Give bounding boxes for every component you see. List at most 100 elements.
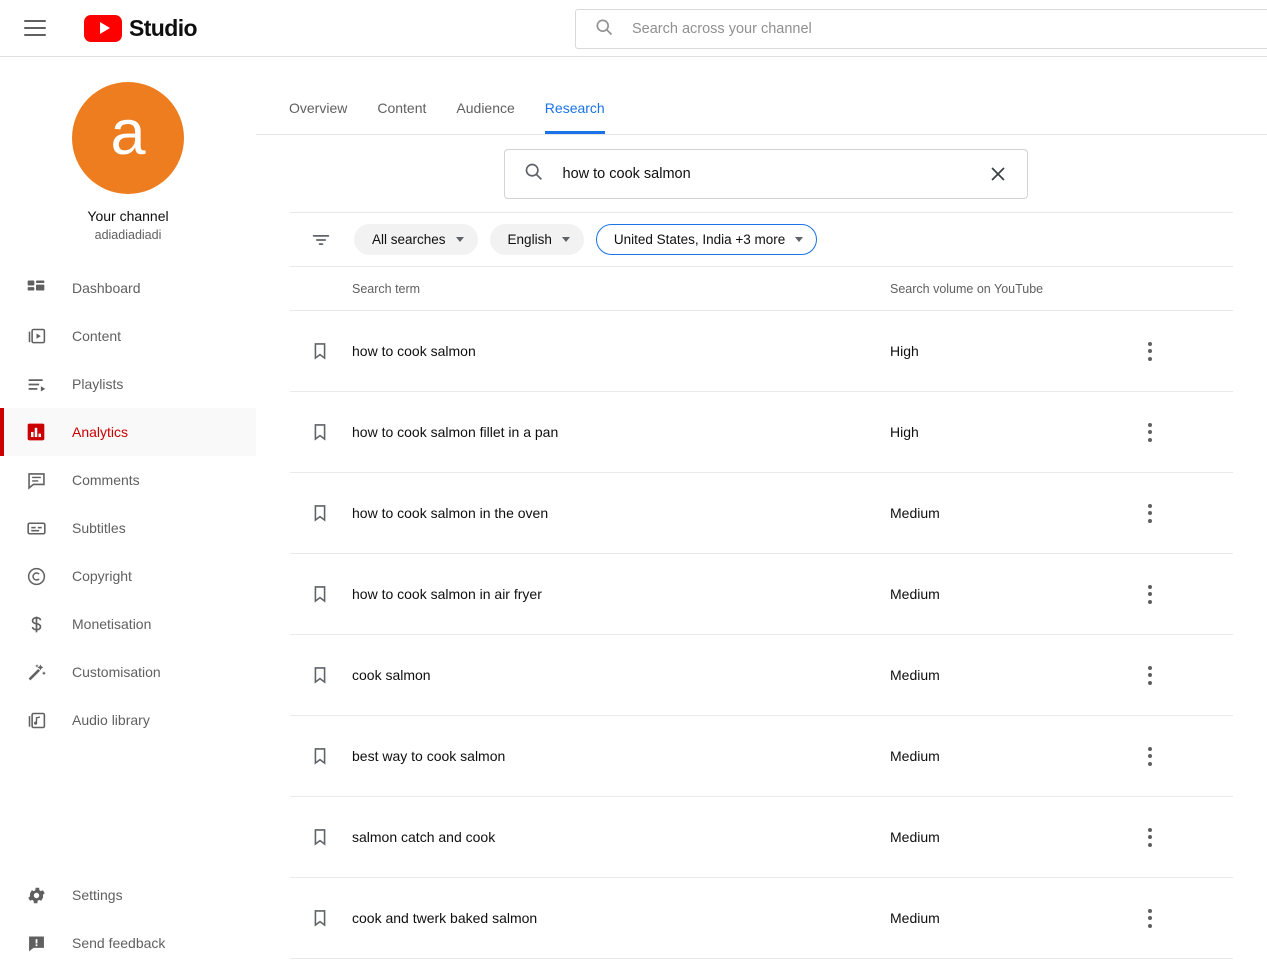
- sidebar-item-playlists[interactable]: Playlists: [0, 360, 256, 408]
- sidebar-item-label: Subtitles: [72, 520, 126, 536]
- table-row[interactable]: cook and twerk baked salmon Medium: [290, 878, 1233, 959]
- global-search-bar[interactable]: Search across your channel: [575, 9, 1267, 49]
- filter-chip-label: United States, India +3 more: [613, 232, 786, 247]
- sidebar-bottom-nav: Settings Send feedback: [0, 871, 256, 967]
- table-header-row: Search term Search volume on YouTube: [290, 267, 1233, 311]
- youtube-play-icon: [84, 14, 122, 42]
- tab-overview[interactable]: Overview: [274, 100, 362, 134]
- audio-note-icon: [24, 708, 48, 732]
- research-search-bar[interactable]: how to cook salmon: [503, 148, 1028, 199]
- search-term-text: salmon catch and cook: [352, 829, 496, 845]
- filter-list-icon[interactable]: [310, 229, 332, 251]
- filter-bar: All searches English United States, Indi…: [290, 212, 1233, 267]
- sidebar-item-content[interactable]: Content: [0, 312, 256, 360]
- sidebar-nav: Dashboard Content Playlists Analytics Co…: [0, 264, 256, 744]
- copyright-icon: [24, 564, 48, 588]
- sidebar-item-dashboard[interactable]: Dashboard: [0, 264, 256, 312]
- table-row[interactable]: salmon catch and cook Medium: [290, 797, 1233, 878]
- cell-search-volume: Medium: [890, 667, 940, 683]
- search-term-text: how to cook salmon fillet in a pan: [352, 424, 559, 440]
- sidebar-item-audio-library[interactable]: Audio library: [0, 696, 256, 744]
- chevron-down-icon: [561, 237, 570, 242]
- more-vertical-icon[interactable]: [1135, 579, 1165, 609]
- sidebar-item-label: Dashboard: [72, 280, 141, 296]
- tab-audience[interactable]: Audience: [441, 100, 529, 134]
- bookmark-icon[interactable]: [302, 495, 338, 531]
- sidebar-item-settings[interactable]: Settings: [0, 871, 256, 919]
- cell-search-volume: High: [890, 343, 919, 359]
- bookmark-icon[interactable]: [302, 738, 338, 774]
- cell-search-volume: Medium: [890, 829, 940, 845]
- search-term-text: best way to cook salmon: [352, 748, 506, 764]
- table-row[interactable]: how to cook salmon High: [290, 311, 1233, 392]
- column-header-search-volume: Search volume on YouTube: [890, 281, 1044, 296]
- sidebar-item-label: Comments: [72, 472, 140, 488]
- hamburger-menu-icon[interactable]: [24, 16, 48, 40]
- dollar-icon: [24, 612, 48, 636]
- brand-label: Studio: [129, 14, 198, 41]
- table-row[interactable]: cook salmon Medium: [290, 635, 1233, 716]
- close-icon[interactable]: [987, 163, 1009, 185]
- sidebar-item-analytics[interactable]: Analytics: [0, 408, 256, 456]
- bookmark-icon[interactable]: [302, 576, 338, 612]
- more-vertical-icon[interactable]: [1135, 336, 1165, 366]
- studio-brand[interactable]: Studio: [84, 14, 198, 42]
- more-vertical-icon[interactable]: [1135, 498, 1165, 528]
- sidebar-item-customisation[interactable]: Customisation: [0, 648, 256, 696]
- filter-chip-regions[interactable]: United States, India +3 more: [595, 224, 818, 255]
- chevron-down-icon: [795, 237, 804, 242]
- more-vertical-icon[interactable]: [1135, 660, 1165, 690]
- more-vertical-icon[interactable]: [1135, 741, 1165, 771]
- filter-chip-language[interactable]: English: [489, 224, 584, 255]
- column-header-search-term: Search term: [352, 281, 421, 296]
- bookmark-icon[interactable]: [302, 657, 338, 693]
- cell-search-term: salmon catch and cook: [290, 819, 890, 855]
- bookmark-icon[interactable]: [302, 414, 338, 450]
- dashboard-icon: [24, 276, 48, 300]
- sidebar-item-copyright[interactable]: Copyright: [0, 552, 256, 600]
- table-row[interactable]: how to cook salmon in the oven Medium: [290, 473, 1233, 554]
- cell-search-volume: Medium: [890, 505, 940, 521]
- sidebar-item-comments[interactable]: Comments: [0, 456, 256, 504]
- sidebar-item-subtitles[interactable]: Subtitles: [0, 504, 256, 552]
- sidebar-item-label: Content: [72, 328, 122, 344]
- search-term-text: cook and twerk baked salmon: [352, 910, 538, 926]
- filter-chip-label: English: [507, 232, 552, 247]
- cell-actions: [1120, 660, 1180, 690]
- content-icon: [24, 324, 48, 348]
- bookmark-icon[interactable]: [302, 819, 338, 855]
- tab-research[interactable]: Research: [530, 100, 620, 134]
- more-vertical-icon[interactable]: [1135, 822, 1165, 852]
- sidebar-item-label: Send feedback: [72, 935, 166, 951]
- cell-actions: [1120, 336, 1180, 366]
- sidebar-item-label: Audio library: [72, 712, 150, 728]
- cell-search-volume: Medium: [890, 910, 940, 926]
- cell-actions: [1120, 741, 1180, 771]
- sidebar-item-monetisation[interactable]: Monetisation: [0, 600, 256, 648]
- filter-chip-all-searches[interactable]: All searches: [354, 224, 478, 255]
- cell-actions: [1120, 903, 1180, 933]
- sidebar-item-send-feedback[interactable]: Send feedback: [0, 919, 256, 967]
- more-vertical-icon[interactable]: [1135, 903, 1165, 933]
- channel-block[interactable]: a Your channel adiadiadiadi: [0, 57, 256, 242]
- table-row[interactable]: how to cook salmon in air fryer Medium: [290, 554, 1233, 635]
- cell-search-term: how to cook salmon in the oven: [290, 495, 890, 531]
- search-terms-table: Search term Search volume on YouTube how…: [290, 267, 1233, 959]
- filter-chip-label: All searches: [372, 232, 446, 247]
- cell-actions: [1120, 417, 1180, 447]
- tab-content[interactable]: Content: [362, 100, 441, 134]
- cell-search-term: best way to cook salmon: [290, 738, 890, 774]
- bookmark-icon[interactable]: [302, 900, 338, 936]
- more-vertical-icon[interactable]: [1135, 417, 1165, 447]
- table-row[interactable]: how to cook salmon fillet in a pan High: [290, 392, 1233, 473]
- analytics-icon: [24, 420, 48, 444]
- bookmark-icon[interactable]: [302, 333, 338, 369]
- avatar: a: [72, 82, 184, 194]
- research-search-input[interactable]: how to cook salmon: [563, 166, 987, 182]
- cell-search-term: how to cook salmon: [290, 333, 890, 369]
- cell-actions: [1120, 498, 1180, 528]
- global-search-placeholder: Search across your channel: [632, 21, 812, 37]
- table-row[interactable]: best way to cook salmon Medium: [290, 716, 1233, 797]
- research-search-zone: how to cook salmon: [256, 135, 1267, 212]
- cell-search-volume: Medium: [890, 586, 940, 602]
